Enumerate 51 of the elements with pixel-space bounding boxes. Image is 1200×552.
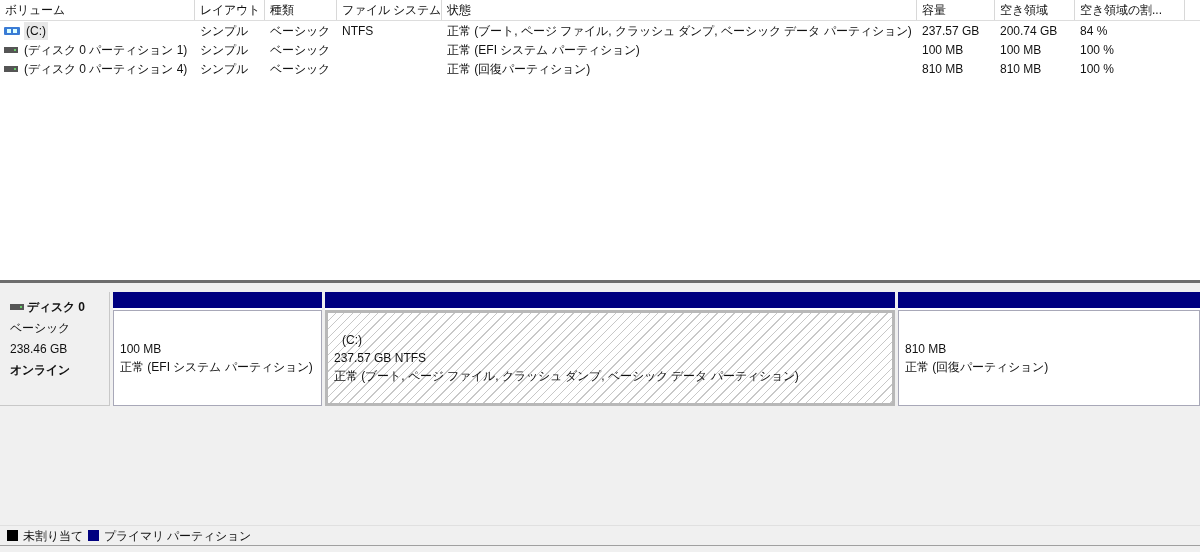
- table-cell: 100 %: [1080, 42, 1115, 57]
- partition-size: 810 MB: [905, 341, 947, 358]
- partition-block[interactable]: 100 MB 正常 (EFI システム パーティション): [113, 310, 322, 406]
- partition-status: 正常 (ブート, ページ ファイル, クラッシュ ダンプ, ベーシック データ パーティション): [334, 368, 799, 385]
- table-cell[interactable]: (ディスク 0 パーティション 4): [22, 59, 190, 78]
- splitter-bar[interactable]: [0, 280, 1200, 283]
- partition-label: (C:): [341, 332, 362, 349]
- partition-block[interactable]: 810 MB 正常 (回復パーティション): [898, 310, 1200, 406]
- column-header[interactable]: 空き領域: [995, 0, 1075, 20]
- column-header[interactable]: 状態: [442, 0, 917, 20]
- disk-type: ベーシック: [10, 320, 71, 337]
- table-cell: 正常 (回復パーティション): [447, 61, 591, 76]
- partition-size: 237.57 GB NTFS: [334, 350, 427, 367]
- partition-block[interactable]: (C:) 237.57 GB NTFS 正常 (ブート, ページ ファイル, クラッシュ ダンプ, ベーシック データ パーティション): [325, 310, 895, 406]
- drive-icon: [4, 25, 20, 36]
- partition-status: 正常 (EFI システム パーティション): [120, 359, 313, 376]
- table-cell: 100 MB: [1000, 42, 1042, 57]
- legend-label: 未割り当て: [23, 527, 83, 545]
- column-header[interactable]: 種類: [265, 0, 337, 20]
- disk-size: 238.46 GB: [10, 341, 69, 358]
- table-cell: 810 MB: [922, 61, 964, 76]
- partition-size: 100 MB: [120, 341, 162, 358]
- table-cell: シンプル: [200, 42, 248, 57]
- table-cell: シンプル: [200, 23, 248, 38]
- table-cell: 100 %: [1080, 61, 1115, 76]
- table-cell: 84 %: [1080, 23, 1108, 38]
- disk-status: オンライン: [10, 362, 71, 379]
- table-cell: ベーシック: [270, 42, 330, 57]
- column-header[interactable]: レイアウト: [195, 0, 265, 20]
- column-header[interactable]: 空き領域の割...: [1075, 0, 1185, 20]
- table-cell: ベーシック: [270, 61, 330, 76]
- drive-icon: [4, 64, 18, 73]
- column-header[interactable]: ファイル システム: [337, 0, 442, 20]
- column-header[interactable]: 容量: [917, 0, 995, 20]
- disk-name: ディスク 0: [27, 299, 85, 316]
- table-cell: NTFS: [342, 23, 374, 38]
- table-cell: 正常 (ブート, ページ ファイル, クラッシュ ダンプ, ベーシック データ パーティション): [447, 23, 912, 38]
- column-header[interactable]: ボリューム: [0, 0, 195, 20]
- legend-label: プライマリ パーティション: [104, 527, 252, 545]
- table-cell[interactable]: (C:): [24, 21, 48, 40]
- table-cell: ベーシック: [270, 23, 330, 38]
- table-cell: シンプル: [200, 61, 248, 76]
- table-cell: 810 MB: [1000, 61, 1042, 76]
- table-cell[interactable]: (ディスク 0 パーティション 1): [22, 40, 190, 59]
- drive-icon: [4, 45, 18, 54]
- table-cell: 100 MB: [922, 42, 964, 57]
- partition-status: 正常 (回復パーティション): [905, 359, 1049, 376]
- table-cell: 正常 (EFI システム パーティション): [447, 42, 640, 57]
- disk-info-panel[interactable]: ディスク 0 ベーシック 238.46 GB オンライン: [0, 292, 110, 406]
- table-cell: 200.74 GB: [1000, 23, 1058, 38]
- table-cell: 237.57 GB: [922, 23, 980, 38]
